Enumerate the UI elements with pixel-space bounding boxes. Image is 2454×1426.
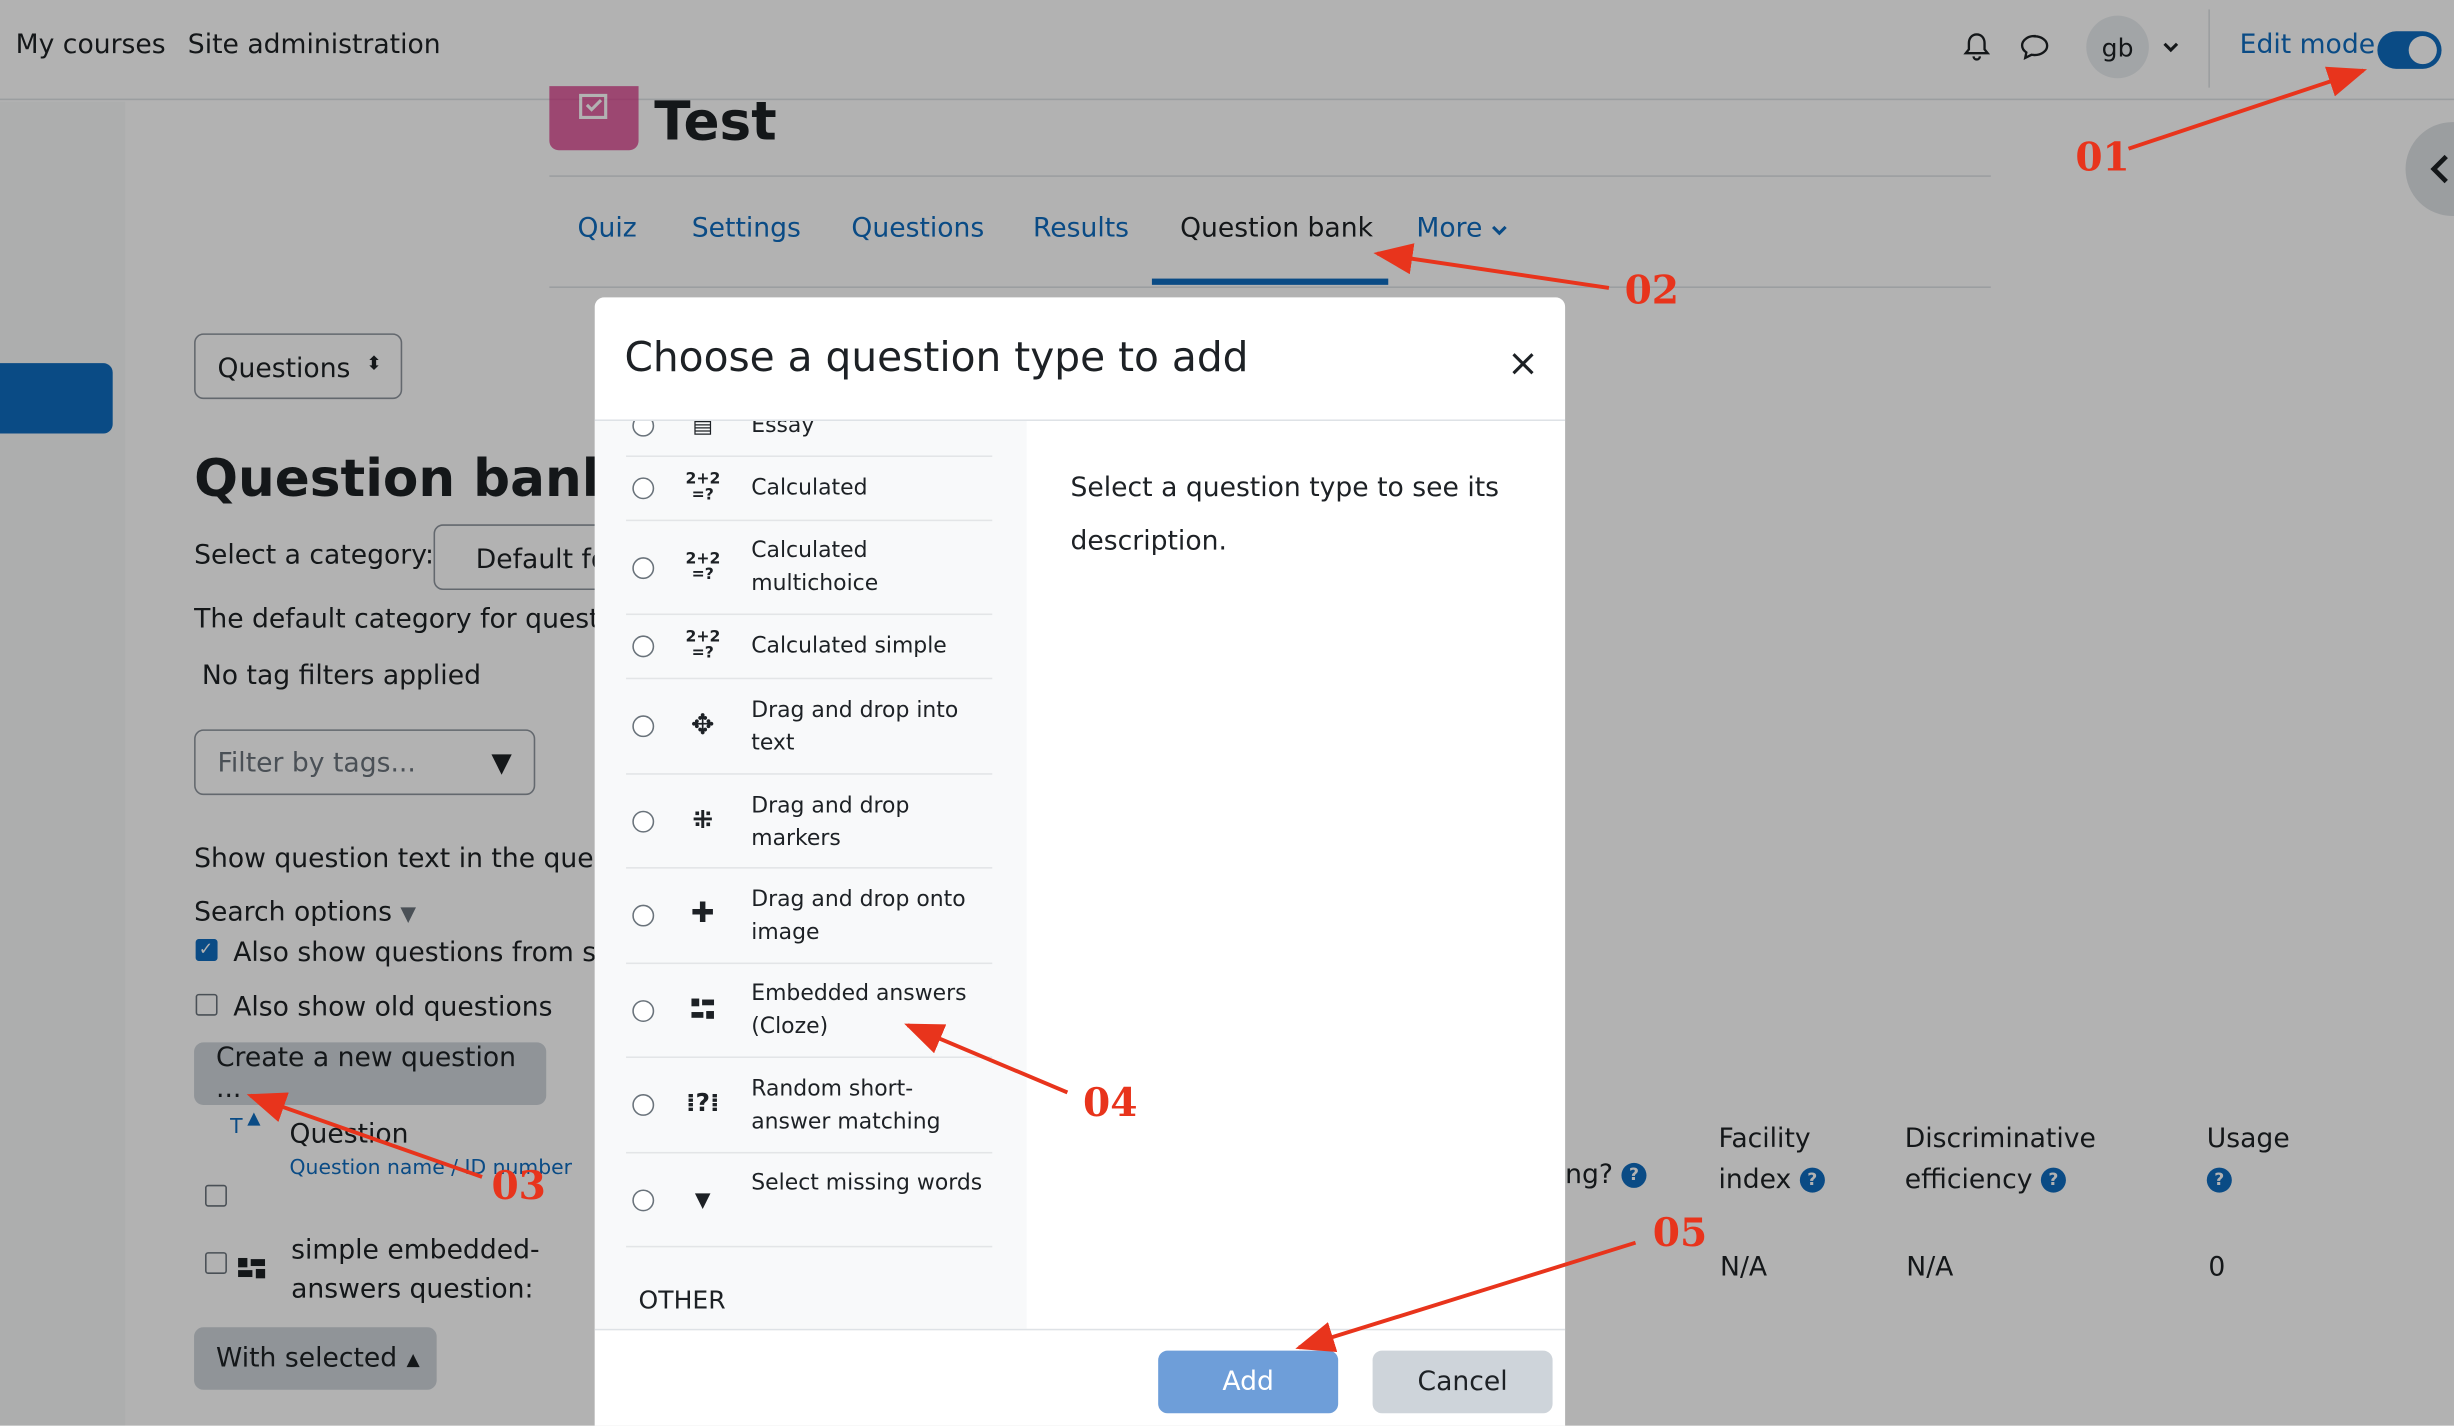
annotation-label: 03 [491,1162,546,1209]
annotation-label: 01 [2075,134,2130,180]
annotation-label: 02 [1624,267,1680,314]
arrow-05 [1295,1240,1637,1353]
annotation-label: 05 [1652,1209,1708,1256]
arrow-01 [2127,66,2368,151]
annotation-arrows [246,66,2368,1353]
screen: My courses Site administration gb Edit m… [0,0,2454,1426]
arrow-04 [904,1023,1069,1095]
arrow-02 [1373,243,1610,290]
arrow-03 [246,1092,483,1179]
annotation-label: 04 [1083,1079,1138,1126]
